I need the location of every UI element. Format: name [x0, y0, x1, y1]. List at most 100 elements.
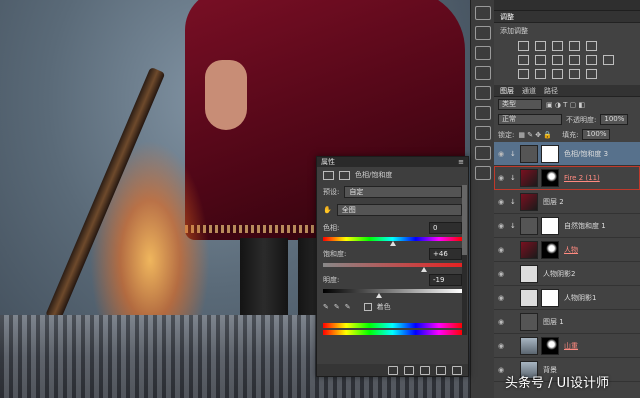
layer-row[interactable]: ◉ 山重: [494, 334, 640, 358]
colorize-checkbox[interactable]: [363, 303, 372, 311]
eye-icon[interactable]: ◉: [494, 342, 508, 350]
right-panel: 调整 添加调整 图层 通道 路径 类型 ▣ ◑ T ▢ ◧ 正常 不透明度: 1…: [494, 0, 640, 398]
layer-row[interactable]: ◉ 图层 1: [494, 310, 640, 334]
channel-mixer-icon[interactable]: [586, 55, 597, 65]
watermark: 头条号 / UI设计师: [505, 376, 609, 391]
layer-thumb: [520, 288, 538, 307]
black-white-icon[interactable]: [552, 55, 563, 65]
tab-paths[interactable]: 路径: [544, 86, 558, 96]
exposure-icon[interactable]: [569, 41, 580, 51]
properties-header[interactable]: 属性 ≡: [317, 157, 468, 167]
adjustments-row-1: [494, 39, 640, 53]
colorize-label: 着色: [376, 303, 391, 311]
vibrance-icon[interactable]: [586, 41, 597, 51]
layer-row[interactable]: ◉ 人物: [494, 238, 640, 262]
history-icon[interactable]: [475, 86, 491, 100]
color-lookup-icon[interactable]: [603, 55, 614, 65]
adjustment-icon: [323, 170, 334, 180]
opacity-value[interactable]: 100%: [600, 114, 629, 125]
mask-icon[interactable]: [339, 170, 350, 180]
eye-icon[interactable]: ◉: [494, 198, 508, 206]
fill-value[interactable]: 100%: [582, 129, 611, 140]
tab-channels[interactable]: 通道: [522, 86, 536, 96]
view-previous-icon[interactable]: [404, 365, 414, 375]
panel-menu-icon[interactable]: ≡: [458, 158, 464, 166]
color-balance-icon[interactable]: [535, 55, 546, 65]
adjustments-icon[interactable]: [475, 26, 491, 40]
histogram-icon[interactable]: [475, 6, 491, 20]
eye-icon[interactable]: ◉: [494, 318, 508, 326]
properties-scrollbar[interactable]: [462, 185, 467, 335]
character-icon[interactable]: [475, 106, 491, 120]
properties-panel[interactable]: 属性 ≡ 色相/饱和度 预设: 自定 ✋ 全图 色相: 0 饱和度: +46 明…: [316, 156, 469, 377]
clip-to-layer-icon[interactable]: [388, 365, 398, 375]
gradient-map-icon[interactable]: [569, 69, 580, 79]
eyedropper-icon[interactable]: ✎: [323, 303, 329, 311]
invert-icon[interactable]: [518, 69, 529, 79]
layer-name: 人物: [564, 245, 578, 254]
hue-saturation-icon[interactable]: [518, 55, 529, 65]
eyedropper-minus-icon[interactable]: ✎: [345, 303, 351, 311]
cube-icon[interactable]: [475, 146, 491, 160]
reset-icon[interactable]: [420, 365, 430, 375]
preset-select[interactable]: 自定: [344, 186, 462, 198]
lightness-slider-knob[interactable]: [375, 293, 382, 298]
arm-art: [205, 60, 247, 130]
layer-row[interactable]: ◉ 人物阴影1: [494, 286, 640, 310]
eye-icon[interactable]: ◉: [494, 150, 508, 158]
layer-mask-thumb: [541, 288, 559, 307]
saturation-input[interactable]: +46: [429, 248, 462, 260]
eye-icon[interactable]: ◉: [494, 294, 508, 302]
eye-icon[interactable]: ◉: [494, 246, 508, 254]
tab-layers[interactable]: 图层: [500, 86, 514, 96]
curves-icon[interactable]: [552, 41, 563, 51]
saturation-slider[interactable]: [323, 263, 462, 272]
layer-mask-thumb: [541, 144, 559, 163]
saturation-slider-knob[interactable]: [421, 267, 428, 272]
layer-row[interactable]: ◉ ↓ Fire 2 (11): [494, 166, 640, 190]
threshold-icon[interactable]: [552, 69, 563, 79]
layer-row[interactable]: ◉ ↓ 自然饱和度 1: [494, 214, 640, 238]
properties-footer: [317, 364, 468, 376]
clip-icon: ↓: [510, 149, 516, 158]
hue-slider-knob[interactable]: [389, 241, 396, 246]
layer-row[interactable]: ◉ 人物阴影2: [494, 262, 640, 286]
layer-row[interactable]: ◉ ↓ 色相/饱和度 3: [494, 142, 640, 166]
info-icon[interactable]: [475, 166, 491, 180]
swatches-icon[interactable]: [475, 66, 491, 80]
brightness-contrast-icon[interactable]: [518, 41, 529, 51]
layer-name: 图层 1: [543, 317, 564, 326]
filter-select[interactable]: 类型: [498, 99, 542, 110]
properties-tab[interactable]: 属性: [321, 157, 335, 167]
fill-label: 填充:: [562, 130, 579, 139]
color-spectrum-bar-adjusted: [323, 330, 462, 335]
hue-input[interactable]: 0: [429, 222, 462, 234]
selective-color-icon[interactable]: [586, 69, 597, 79]
blend-mode-select[interactable]: 正常: [498, 114, 562, 125]
clip-icon: ↓: [510, 173, 516, 182]
visibility-icon[interactable]: [436, 365, 446, 375]
eye-icon[interactable]: ◉: [494, 174, 508, 182]
trash-icon[interactable]: [452, 365, 462, 375]
brush-icon[interactable]: [475, 46, 491, 60]
layer-thumb: [520, 264, 538, 283]
lightness-input[interactable]: -19: [429, 274, 462, 286]
paragraph-icon[interactable]: [475, 126, 491, 140]
eye-icon[interactable]: ◉: [494, 222, 508, 230]
filter-icons[interactable]: ▣ ◑ T ▢ ◧: [546, 101, 585, 109]
photo-filter-icon[interactable]: [569, 55, 580, 65]
preset-row: 预设: 自定: [317, 183, 468, 201]
hand-icon[interactable]: ✋: [323, 206, 332, 214]
saturation-row: 饱和度: +46: [317, 245, 468, 263]
eye-icon[interactable]: ◉: [494, 270, 508, 278]
layer-row[interactable]: ◉ ↓ 图层 2: [494, 190, 640, 214]
hue-slider[interactable]: [323, 237, 462, 246]
levels-icon[interactable]: [535, 41, 546, 51]
lock-icons[interactable]: ▦ ✎ ✥ 🔒: [518, 131, 552, 139]
layer-name: 人物阴影1: [564, 293, 597, 302]
lightness-slider[interactable]: [323, 289, 462, 298]
channel-select[interactable]: 全图: [336, 204, 462, 216]
tab-adjustments[interactable]: 调整: [500, 12, 514, 22]
posterize-icon[interactable]: [535, 69, 546, 79]
eyedropper-plus-icon[interactable]: ✎: [334, 303, 340, 311]
